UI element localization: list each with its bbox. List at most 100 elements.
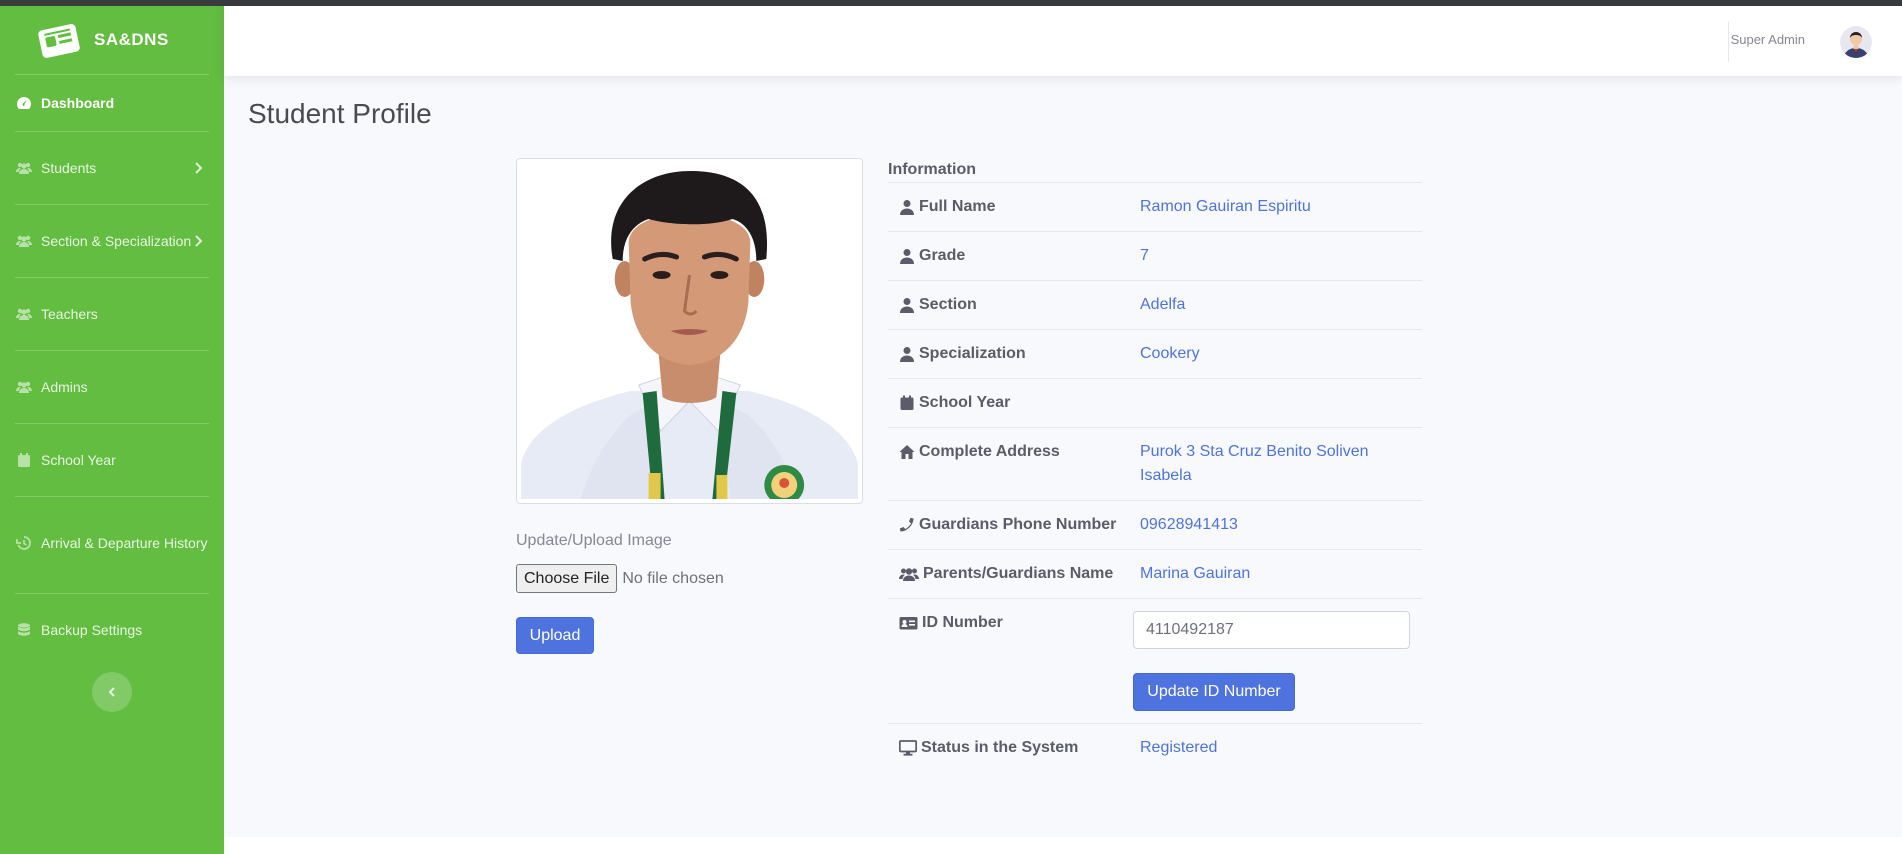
footer xyxy=(224,837,1902,854)
calendar-icon xyxy=(18,453,30,467)
id-card-icon xyxy=(899,617,918,630)
phone-icon xyxy=(899,517,914,532)
tachometer-icon xyxy=(17,97,31,109)
users-icon xyxy=(899,568,919,581)
sidebar-item-text: Arrival & Departure History xyxy=(16,531,208,555)
row-label-text: School Year xyxy=(919,394,1011,411)
sidebar-item-label: Backup Settings xyxy=(41,622,143,638)
sidebar-item-admins[interactable]: Admins xyxy=(0,351,224,423)
database-icon xyxy=(18,623,30,636)
user-avatar[interactable] xyxy=(1840,26,1872,58)
home-icon xyxy=(899,445,915,459)
user-icon xyxy=(900,200,914,215)
no-file-chosen-text: No file chosen xyxy=(622,569,724,587)
sidebar-item-label: Section & Specialization xyxy=(41,233,192,249)
sidebar-item-school-year[interactable]: School Year xyxy=(0,424,224,496)
page-title: Student Profile xyxy=(248,98,432,129)
complete-address-value: Purok 3 Sta Cruz Benito Soliven Isabela xyxy=(1140,443,1369,484)
row-label: ID Number xyxy=(888,599,1121,723)
brand-name: SA&DNS xyxy=(94,30,169,49)
row-label-text: Section xyxy=(919,296,977,313)
sidebar-item-label: Dashboard xyxy=(41,95,115,111)
user-icon xyxy=(900,298,914,313)
row-label-text: Guardians Phone Number xyxy=(919,516,1117,533)
sidebar-item-label: Teachers xyxy=(41,306,98,322)
row-label: Specialization xyxy=(888,330,1128,378)
row-label: Guardians Phone Number xyxy=(888,501,1128,549)
users-icon xyxy=(16,308,32,320)
section-value: Adelfa xyxy=(1140,296,1186,313)
specialization-value: Cookery xyxy=(1140,345,1200,362)
id-number-input[interactable] xyxy=(1133,611,1410,649)
topbar: Super Admin xyxy=(224,6,1902,76)
row-label: Full Name xyxy=(888,183,1128,231)
sidebar-item-label: Students xyxy=(41,160,97,176)
row-label-text: Grade xyxy=(919,247,966,264)
topbar-divider xyxy=(1728,22,1729,62)
row-label-text: ID Number xyxy=(922,614,1003,631)
sidebar-toggle-button[interactable] xyxy=(92,672,132,712)
user-name[interactable]: Super Admin xyxy=(1731,32,1805,47)
chevron-left-icon xyxy=(108,687,115,697)
student-photo-card xyxy=(516,158,863,505)
sidebar-item-backup-settings[interactable]: Backup Settings xyxy=(0,594,224,666)
information-table: Full Name Ramon Gauiran Espiritu Grade 7… xyxy=(888,182,1422,772)
users-icon xyxy=(16,235,32,247)
sidebar-item-students[interactable]: Students xyxy=(0,132,224,204)
row-label: School Year xyxy=(888,379,1128,427)
sidebar-item-label: Admins xyxy=(41,379,88,395)
row-label-text: Specialization xyxy=(919,345,1026,362)
status-value: Registered xyxy=(1140,739,1218,756)
chevron-right-icon xyxy=(195,235,203,247)
guardians-name-value: Marina Gauiran xyxy=(1140,565,1251,582)
table-row-guardians-phone: Guardians Phone Number 09628941413 xyxy=(888,501,1422,550)
user-icon xyxy=(900,249,914,264)
grade-value: 7 xyxy=(1140,247,1149,264)
sidebar: SA&DNS Dashboard Students Section & Spec… xyxy=(0,6,224,854)
sidebar-item-label: Arrival & Departure History xyxy=(41,535,208,551)
chevron-right-icon xyxy=(195,162,203,174)
id-card-logo-icon xyxy=(38,24,80,58)
row-label: Section xyxy=(888,281,1128,329)
sidebar-item-label: School Year xyxy=(41,452,116,468)
sidebar-item-arrival-departure-history[interactable]: Arrival & Departure History xyxy=(0,497,224,593)
table-row-id-number: ID Number Update ID Number xyxy=(888,599,1422,724)
row-label-text: Parents/Guardians Name xyxy=(923,565,1114,582)
row-label-text: Status in the System xyxy=(921,739,1079,756)
avatar-icon xyxy=(1840,26,1872,58)
full-name-value: Ramon Gauiran Espiritu xyxy=(1140,198,1311,215)
row-label: Status in the System xyxy=(888,724,1128,772)
guardians-phone-value: 09628941413 xyxy=(1140,516,1238,533)
sidebar-item-teachers[interactable]: Teachers xyxy=(0,278,224,350)
sidebar-item-section-specialization[interactable]: Section & Specialization xyxy=(0,205,224,277)
user-icon xyxy=(900,347,914,362)
row-label: Complete Address xyxy=(888,428,1128,500)
history-icon xyxy=(16,536,31,550)
table-row-specialization: Specialization Cookery xyxy=(888,330,1422,379)
row-label-text: Complete Address xyxy=(919,443,1060,460)
table-row-grade: Grade 7 xyxy=(888,232,1422,281)
brand[interactable]: SA&DNS xyxy=(0,6,224,74)
users-icon xyxy=(16,381,32,393)
table-row-complete-address: Complete Address Purok 3 Sta Cruz Benito… xyxy=(888,428,1422,501)
desktop-icon xyxy=(899,740,917,756)
school-year-value xyxy=(1128,379,1422,427)
table-row-full-name: Full Name Ramon Gauiran Espiritu xyxy=(888,183,1422,232)
upload-button[interactable]: Upload xyxy=(516,617,594,654)
choose-file-button[interactable]: Choose File xyxy=(516,564,618,593)
student-photo xyxy=(521,163,858,505)
table-row-status: Status in the System Registered xyxy=(888,724,1422,772)
upload-image-label: Update/Upload Image xyxy=(516,532,672,549)
table-row-school-year: School Year xyxy=(888,379,1422,428)
id-number-cell: Update ID Number xyxy=(1121,599,1422,723)
sidebar-item-dashboard[interactable]: Dashboard xyxy=(0,75,224,131)
row-label: Parents/Guardians Name xyxy=(888,550,1128,598)
update-id-number-button[interactable]: Update ID Number xyxy=(1133,673,1295,711)
file-input[interactable]: Choose File No file chosen xyxy=(516,564,724,593)
calendar-icon xyxy=(900,395,914,410)
users-icon xyxy=(16,162,32,174)
table-row-section: Section Adelfa xyxy=(888,281,1422,330)
table-row-guardians-name: Parents/Guardians Name Marina Gauiran xyxy=(888,550,1422,599)
row-label-text: Full Name xyxy=(919,198,996,215)
information-heading: Information xyxy=(888,161,976,178)
